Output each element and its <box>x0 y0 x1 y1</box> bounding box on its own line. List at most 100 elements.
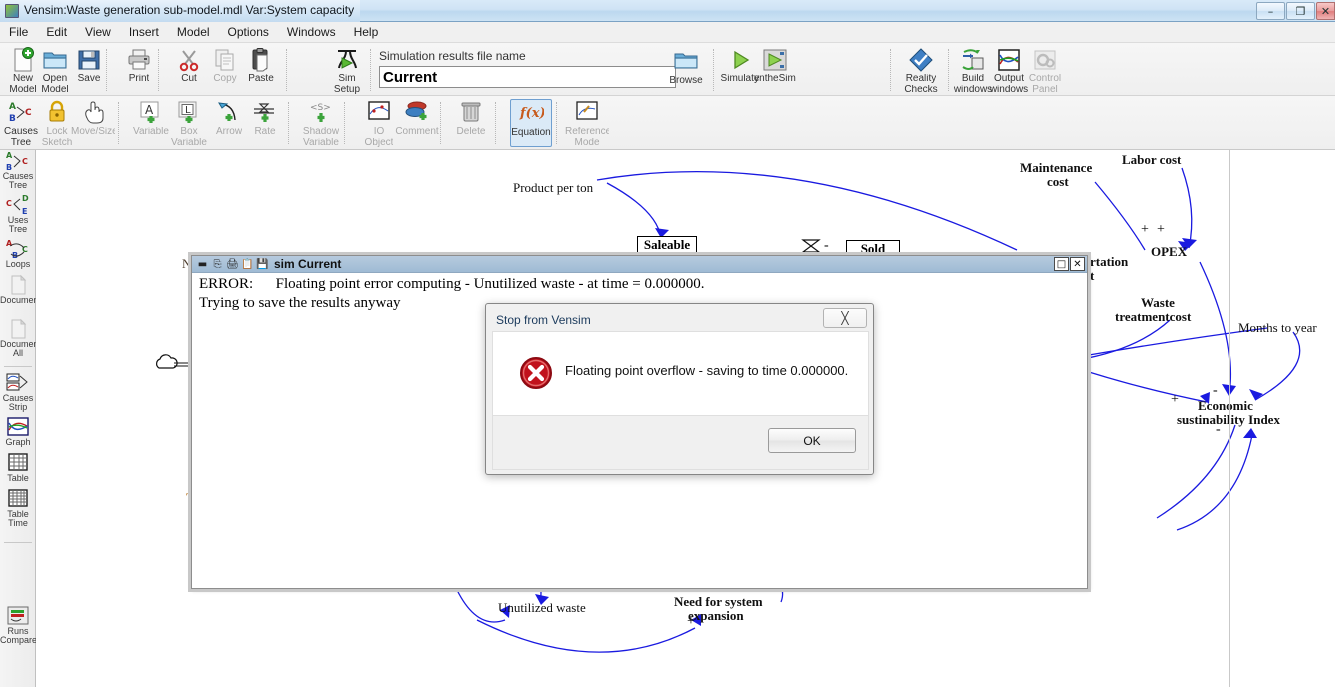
simulation-window-title: sim Current <box>274 257 342 271</box>
sidebar-document-label: Document <box>0 296 36 305</box>
svg-text:B: B <box>6 163 12 172</box>
svg-text:A: A <box>6 151 13 160</box>
dialog-close-button[interactable]: ╳ <box>823 308 867 328</box>
box-variable-button[interactable]: L Box Variable <box>168 99 210 147</box>
sidebar-separator-1 <box>4 366 32 367</box>
sim-results-file-input[interactable] <box>379 66 676 88</box>
sidebar-item-uses-tree[interactable]: C D E Uses Tree <box>0 194 36 240</box>
paste-button[interactable]: Paste <box>240 46 282 94</box>
node-maintenance-cost-line1[interactable]: Maintenance <box>1020 161 1092 174</box>
shadow-variable-label-bottom: Variable <box>303 137 339 147</box>
print-button[interactable]: Print <box>118 46 160 94</box>
menu-item-options[interactable]: Options <box>219 22 278 42</box>
menu-item-file[interactable]: File <box>0 22 37 42</box>
node-maintenance-cost-line2[interactable]: cost <box>1047 175 1069 188</box>
window-close-button[interactable]: ✕ <box>1316 2 1335 20</box>
sign-minus-esi-bottom: - <box>1216 422 1221 437</box>
node-months-to-year[interactable]: Months to year <box>1238 321 1317 334</box>
node-transportation-cost-line2[interactable]: t <box>1090 269 1094 282</box>
ok-button[interactable]: OK <box>768 428 856 453</box>
graph-icon <box>6 416 30 438</box>
sidebar-item-loops[interactable]: A B C Loops <box>0 238 36 272</box>
node-partial-n[interactable]: N <box>182 257 191 270</box>
reference-mode-button[interactable]: Reference Mode <box>565 99 609 147</box>
reality-checks-button[interactable]: Reality Checks <box>900 46 942 94</box>
node-need-for-system-expansion-line1[interactable]: Need for system <box>674 595 763 608</box>
sim-setup-button[interactable]: Sim Setup <box>326 46 368 94</box>
sidebar-item-table[interactable]: Table <box>0 452 36 486</box>
comment-button[interactable]: Comment <box>395 99 439 147</box>
causes-tree-toolbar-label-top: Causes <box>4 127 38 137</box>
move-size-button[interactable]: Move/Size <box>71 99 115 147</box>
sidebar-item-document[interactable]: Document <box>0 274 36 320</box>
gears-icon <box>1032 47 1058 73</box>
box-saleable[interactable]: Saleable <box>637 236 697 254</box>
node-waste-treatment-cost-line1[interactable]: Waste <box>1141 296 1175 309</box>
output-windows-label-top: Output <box>993 74 1025 84</box>
menu-item-view[interactable]: View <box>76 22 120 42</box>
simulation-maximize-button[interactable]: □ <box>1054 257 1069 271</box>
browse-button[interactable]: Browse <box>665 45 707 93</box>
node-need-for-system-expansion-line2[interactable]: expansion <box>688 609 744 622</box>
rate-valve-icon <box>252 100 278 126</box>
menu-item-edit[interactable]: Edit <box>37 22 76 42</box>
menu-item-help[interactable]: Help <box>345 22 388 42</box>
save-icon[interactable]: 💾 <box>256 258 269 271</box>
window-minimize-button[interactable]: – <box>1256 2 1285 20</box>
sidebar-item-document-all[interactable]: Document All <box>0 318 36 364</box>
sign-plus-opex-2: + <box>1157 222 1165 237</box>
node-transportation-cost-line1[interactable]: rtation <box>1090 255 1128 268</box>
equation-button[interactable]: f(x) Equation <box>510 99 552 147</box>
uses-tree-icon: C D E <box>6 194 30 216</box>
fx-equation-icon: f(x) <box>518 101 546 127</box>
shadow-variable-button[interactable]: <S> Shadow Variable <box>300 99 342 147</box>
sidebar-item-causes-tree[interactable]: A B C Causes Tree <box>0 150 36 196</box>
node-product-per-ton[interactable]: Product per ton <box>513 181 593 194</box>
sidebar-item-causes-strip[interactable]: Causes Strip <box>0 372 36 418</box>
sidebar-runs-compare-label-bottom: Compare <box>0 636 36 645</box>
synthesim-button[interactable]: yntheSim <box>754 46 796 94</box>
menu-item-insert[interactable]: Insert <box>120 22 168 42</box>
build-windows-label-bottom: windows <box>953 84 993 94</box>
blue-diamond-check-icon <box>908 47 934 73</box>
reality-checks-label-bottom: Checks <box>904 84 938 94</box>
save-label: Save <box>77 74 101 84</box>
rate-button[interactable]: Rate <box>244 99 286 147</box>
clipboard-icon <box>248 47 274 73</box>
copy-icon[interactable]: 📋 <box>241 258 254 271</box>
sidebar-item-graph[interactable]: Graph <box>0 416 36 450</box>
menu-item-windows[interactable]: Windows <box>278 22 345 42</box>
restore-icon[interactable]: ⎘ <box>211 258 224 271</box>
node-opex[interactable]: OPEX <box>1151 245 1187 258</box>
print-icon[interactable]: 🖨 <box>226 258 239 271</box>
node-unutilized-waste[interactable]: Unutilized waste <box>498 601 586 614</box>
open-folder-icon <box>42 47 68 73</box>
io-object-icon <box>366 100 392 126</box>
menu-item-model[interactable]: Model <box>168 22 219 42</box>
sketch-separator-6 <box>556 102 557 144</box>
node-labor-cost[interactable]: Labor cost <box>1122 153 1181 166</box>
delete-button[interactable]: Delete <box>450 99 492 147</box>
io-object-label-top: IO <box>373 127 385 137</box>
node-waste-treatment-cost-line2[interactable]: treatmentcost <box>1115 310 1191 323</box>
sidebar-item-table-time[interactable]: Table Time <box>0 488 36 534</box>
simulation-close-button[interactable]: ✕ <box>1070 257 1085 271</box>
save-button[interactable]: Save <box>68 46 110 94</box>
control-panel-label-top: Control <box>1028 74 1062 84</box>
new-model-label-top: New <box>12 74 33 84</box>
minimize-icon: – <box>1267 4 1274 18</box>
analysis-sidebar: A B C Causes Tree C D E Uses Tree A B C <box>0 150 36 687</box>
sketch-separator-5 <box>495 102 496 144</box>
control-panel-button[interactable]: Control Panel <box>1024 46 1066 94</box>
sidebar-item-runs-compare[interactable]: Runs Compare <box>0 605 36 651</box>
variable-button[interactable]: A Variable <box>130 99 172 147</box>
window-maximize-button[interactable]: ❐ <box>1286 2 1315 20</box>
window-title: Vensim:Waste generation sub-model.mdl Va… <box>24 3 355 17</box>
table-time-icon <box>6 488 30 510</box>
minimize-icon[interactable]: ▬ <box>196 258 209 271</box>
svg-text:f(x): f(x) <box>519 106 544 121</box>
stop-from-vensim-dialog[interactable]: Stop from Vensim ╳ Floating point overfl… <box>485 303 874 475</box>
shadow-variable-icon: <S> <box>308 100 334 126</box>
node-economic-sustainability-index-line1[interactable]: Economic <box>1198 399 1253 412</box>
io-object-button[interactable]: IO Object <box>358 99 400 147</box>
